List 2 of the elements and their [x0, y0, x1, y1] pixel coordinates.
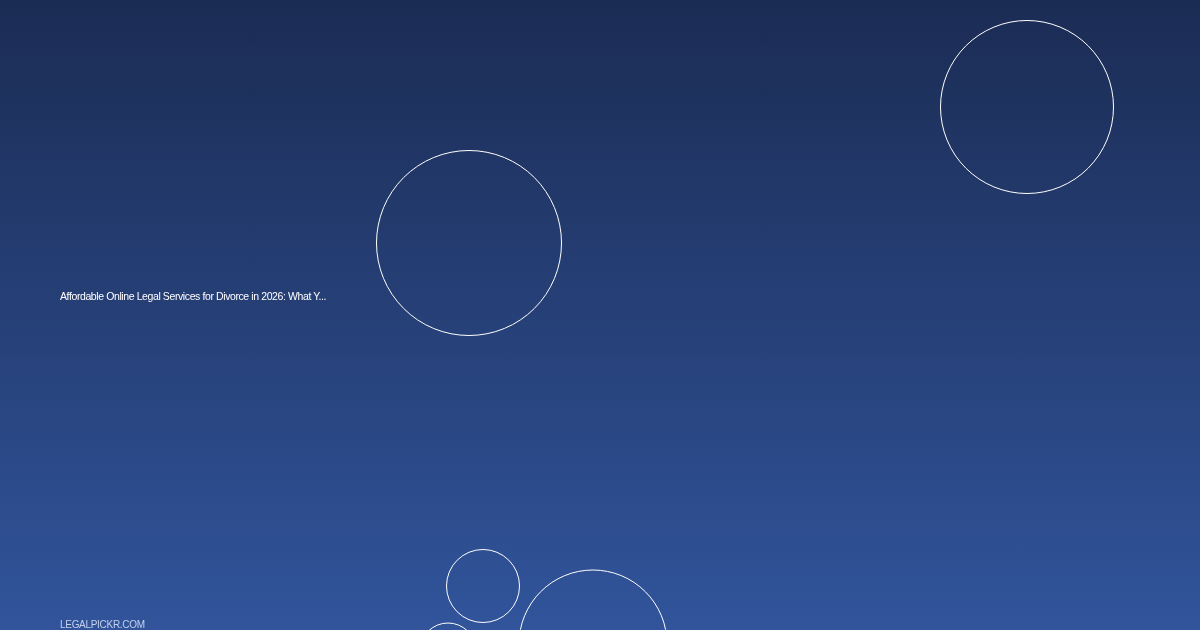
site-domain: LEGALPICKR.COM — [60, 619, 145, 630]
article-title: Affordable Online Legal Services for Divorce in 2026: What Y... — [60, 290, 327, 302]
